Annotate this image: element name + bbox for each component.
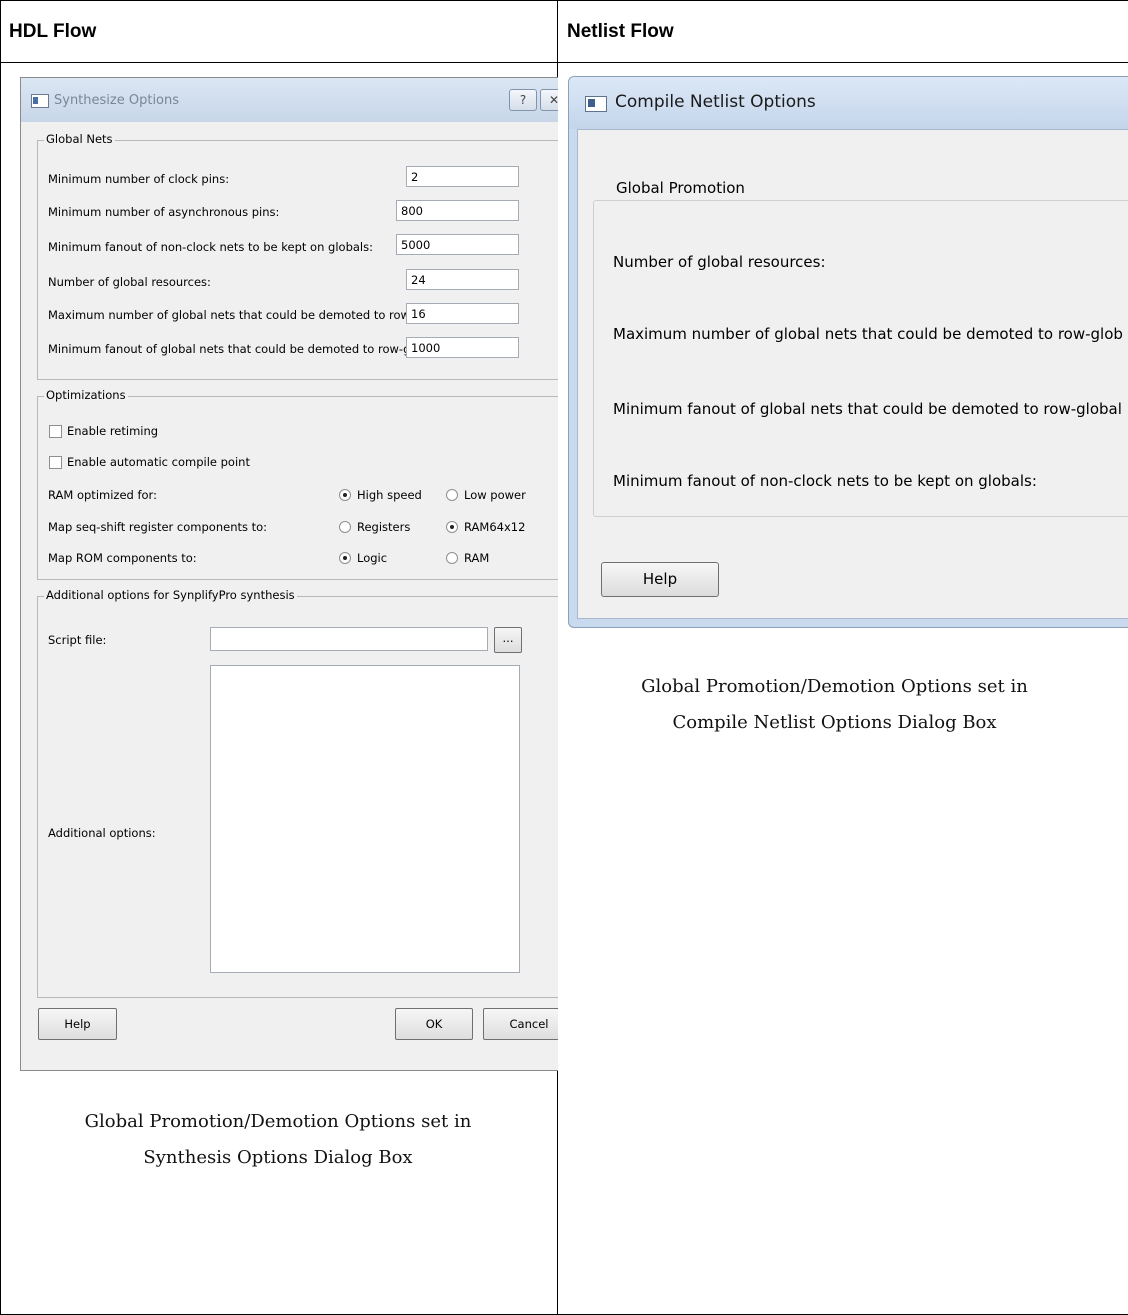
enable-compile-point-checkbox[interactable] (49, 456, 62, 469)
min-clock-pins-input[interactable]: 2 (406, 166, 519, 187)
netlist-flow-header: Netlist Flow (567, 21, 674, 42)
app-window-icon (585, 96, 607, 112)
rom-logic-radio[interactable] (339, 552, 351, 564)
min-fanout-nonclock-label: Minimum fanout of non-clock nets to be k… (48, 240, 373, 254)
help-question-icon[interactable]: ? (509, 89, 537, 111)
min-fanout-demoted-input[interactable]: 1000 (406, 337, 519, 358)
netlist-caption-line2: Compile Netlist Options Dialog Box (672, 712, 997, 733)
browse-button[interactable]: ... (494, 627, 522, 653)
synthesis-caption-line2: Synthesis Options Dialog Box (143, 1147, 413, 1168)
seq-ram64x12-radio[interactable] (446, 521, 458, 533)
cancel-button[interactable]: Cancel (483, 1008, 558, 1040)
global-promotion-legend: Global Promotion (613, 179, 748, 197)
max-demoted-nets-label: Maximum number of global nets that could… (613, 325, 1123, 343)
global-promotion-group (593, 200, 1128, 517)
help-button[interactable]: Help (38, 1008, 117, 1040)
netlist-caption-line1: Global Promotion/Demotion Options set in (641, 676, 1028, 697)
additional-options-label: Additional options: (48, 826, 156, 840)
num-global-resources-label: Number of global resources: (48, 275, 211, 289)
seq-shift-label: Map seq-shift register components to: (48, 520, 268, 534)
num-global-resources-label: Number of global resources: (613, 253, 826, 271)
script-file-input[interactable] (210, 627, 488, 651)
min-fanout-demoted-label: Minimum fanout of global nets that could… (613, 400, 1122, 418)
synthesize-options-dialog: Synthesize Options ? ✕ Global Nets Minim… (20, 77, 558, 1071)
netlist-caption: Global Promotion/Demotion Options set in… (568, 669, 1101, 741)
close-icon[interactable]: ✕ (540, 89, 558, 111)
dialog-titlebar: Compile Netlist Options (569, 77, 1128, 129)
rom-logic-label: Logic (357, 551, 388, 565)
script-file-label: Script file: (48, 633, 107, 647)
global-nets-legend: Global Nets (44, 132, 115, 146)
enable-retiming-label: Enable retiming (67, 424, 159, 438)
table-top-border (0, 0, 1128, 1)
hdl-flow-header: HDL Flow (9, 21, 97, 42)
enable-retiming-checkbox[interactable] (49, 425, 62, 438)
table-left-border (0, 0, 1, 1315)
num-global-resources-input[interactable]: 24 (406, 269, 519, 290)
ram-high-speed-label: High speed (357, 488, 422, 502)
ram-optimized-label: RAM optimized for: (48, 488, 157, 502)
min-clock-pins-label: Minimum number of clock pins: (48, 172, 230, 186)
rom-ram-label: RAM (464, 551, 490, 565)
min-async-pins-label: Minimum number of asynchronous pins: (48, 205, 280, 219)
help-button[interactable]: Help (601, 562, 719, 597)
seq-registers-radio[interactable] (339, 521, 351, 533)
min-fanout-nonclock-label: Minimum fanout of non-clock nets to be k… (613, 472, 1037, 490)
ram-low-power-label: Low power (464, 488, 526, 502)
additional-options-legend: Additional options for SynplifyPro synth… (44, 588, 297, 602)
min-async-pins-input[interactable]: 800 (396, 200, 519, 221)
synthesis-caption-line1: Global Promotion/Demotion Options set in (84, 1111, 472, 1132)
synthesis-caption: Global Promotion/Demotion Options set in… (20, 1104, 536, 1176)
rom-ram-radio[interactable] (446, 552, 458, 564)
ok-button[interactable]: OK (395, 1008, 473, 1040)
dialog-titlebar: Synthesize Options ? ✕ (21, 78, 558, 122)
rom-map-label: Map ROM components to: (48, 551, 197, 565)
enable-compile-point-label: Enable automatic compile point (67, 455, 250, 469)
seq-ram64x12-label: RAM64x12 (464, 520, 526, 534)
ram-high-speed-radio[interactable] (339, 489, 351, 501)
min-fanout-demoted-label: Minimum fanout of global nets that could… (48, 342, 449, 356)
app-window-icon (31, 94, 49, 108)
compile-netlist-options-dialog: Compile Netlist Options Global Promotion… (568, 76, 1128, 628)
dialog-title: Compile Netlist Options (615, 92, 816, 112)
ram-low-power-radio[interactable] (446, 489, 458, 501)
dialog-title: Synthesize Options (54, 93, 180, 108)
max-demoted-nets-input[interactable]: 16 (406, 303, 519, 324)
min-fanout-nonclock-input[interactable]: 5000 (396, 234, 519, 255)
max-demoted-nets-label: Maximum number of global nets that could… (48, 308, 460, 322)
additional-options-textarea[interactable] (210, 665, 520, 973)
optimizations-legend: Optimizations (44, 388, 128, 402)
seq-registers-label: Registers (357, 520, 411, 534)
header-separator (0, 62, 1128, 63)
